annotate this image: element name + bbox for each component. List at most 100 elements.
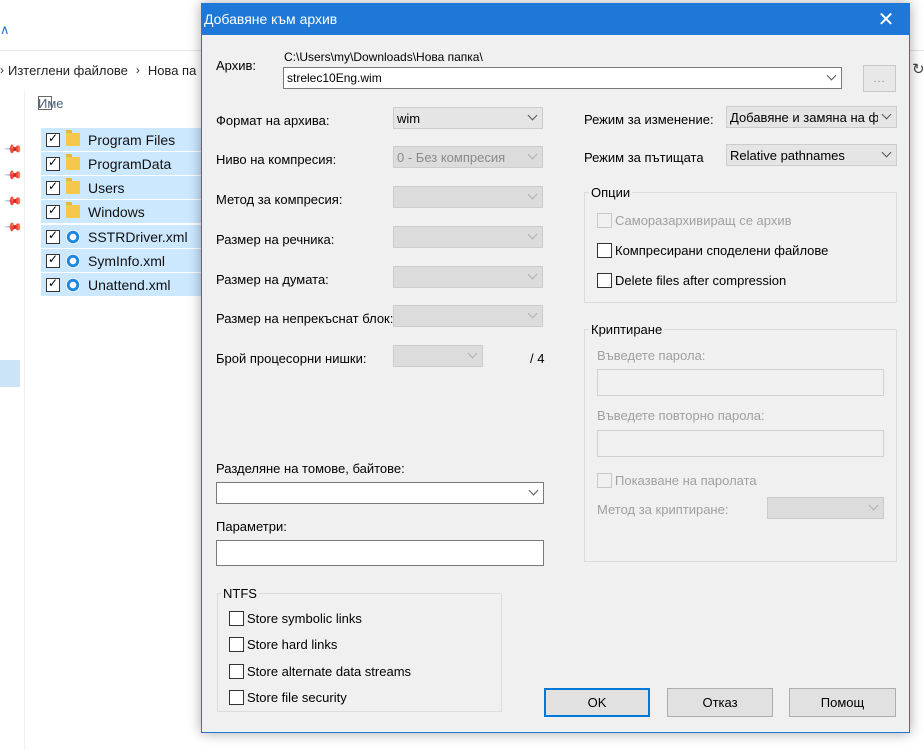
enter-password-label: Въведете парола: — [597, 348, 706, 363]
checkbox-label[interactable]: Store file security — [247, 690, 347, 705]
folder-icon — [66, 202, 80, 218]
checkbox-box — [597, 472, 612, 488]
file-name: Program Files — [88, 131, 176, 148]
encryption-caption: Криптиране — [589, 322, 665, 337]
browse-button[interactable]: ... — [863, 65, 896, 92]
file-name: ProgramData — [88, 155, 172, 172]
reenter-password-input — [597, 430, 884, 457]
pin-icon: 📌 — [3, 216, 24, 238]
checkbox-box[interactable] — [229, 610, 244, 626]
parameters-label: Параметри: — [216, 519, 287, 534]
solid-block-select — [393, 305, 543, 327]
breadcrumb-downloads[interactable]: Изтеглени файлове — [8, 63, 128, 78]
options-caption: Опции — [589, 185, 633, 200]
collapse-ribbon-icon[interactable]: ∧ — [0, 22, 10, 38]
update-mode-label: Режим за изменение: — [584, 112, 714, 127]
row-checkbox[interactable] — [46, 155, 60, 171]
chevron-down-icon — [528, 150, 538, 160]
row-checkbox[interactable] — [46, 131, 60, 147]
checkbox-label[interactable]: Компресирани споделени файлове — [615, 243, 828, 258]
column-header-name[interactable]: Име — [38, 95, 64, 111]
chevron-down-icon[interactable] — [882, 110, 892, 120]
dictionary-size-label: Размер на речника: — [216, 232, 335, 247]
chevron-down-icon — [468, 349, 478, 359]
compression-level-value: 0 - Без компресия — [397, 150, 506, 165]
path-mode-label: Режим за пътищата — [584, 150, 704, 165]
ok-button[interactable]: OK — [544, 688, 650, 717]
checkbox-label: Саморазархивиращ се архив — [615, 212, 792, 228]
breadcrumb-new-folder[interactable]: Нова па — [148, 63, 197, 78]
chevron-down-icon — [869, 501, 879, 511]
xml-file-icon — [66, 229, 80, 244]
archive-filename[interactable]: strelec10Eng.wim — [287, 71, 382, 85]
help-button[interactable]: Помощ — [789, 688, 896, 717]
sfx-checkbox: Саморазархивиращ се архив — [597, 211, 792, 229]
show-password-checkbox: Показване на паролата — [597, 471, 757, 489]
pin-icon: 📌 — [3, 164, 24, 186]
row-checkbox[interactable] — [46, 276, 60, 292]
format-select[interactable]: wim — [393, 107, 543, 129]
file-name: SymInfo.xml — [88, 252, 166, 269]
encryption-method-label: Метод за криптиране: — [597, 502, 729, 517]
breadcrumb-chevron-icon[interactable]: › — [0, 63, 4, 77]
chevron-down-icon[interactable] — [827, 71, 837, 81]
checkbox-box[interactable] — [229, 636, 244, 652]
pin-icon: 📌 — [3, 138, 24, 160]
row-checkbox[interactable] — [46, 179, 60, 195]
chevron-down-icon — [528, 270, 538, 280]
xml-file-icon — [66, 277, 80, 292]
archive-name-combo[interactable]: strelec10Eng.wim — [283, 67, 842, 89]
nav-pane-selected-item[interactable] — [0, 360, 20, 387]
checkbox-label[interactable]: Store symbolic links — [247, 611, 362, 626]
password-input — [597, 369, 884, 396]
ntfs-caption: NTFS — [221, 586, 259, 601]
parameters-input[interactable] — [216, 540, 544, 566]
file-name: Unattend.xml — [88, 276, 171, 293]
compress-shared-checkbox[interactable]: Компресирани споделени файлове — [597, 241, 828, 259]
cpu-threads-total: / 4 — [530, 351, 545, 366]
store-ads-checkbox[interactable]: Store alternate data streams — [229, 662, 411, 680]
add-to-archive-dialog: Добавяне към архив ✕ Архив: C:\Users\my\… — [201, 3, 910, 733]
row-checkbox[interactable] — [46, 203, 60, 219]
checkbox-label[interactable]: Store hard links — [247, 637, 337, 652]
update-mode-select[interactable]: Добавяне и замяна на фа — [726, 106, 897, 128]
checkbox-label: Показване на паролата — [615, 472, 757, 488]
dialog-titlebar[interactable]: Добавяне към архив ✕ — [202, 4, 909, 35]
store-security-checkbox[interactable]: Store file security — [229, 688, 347, 706]
checkbox-label[interactable]: Store alternate data streams — [247, 664, 411, 679]
split-volumes-combo[interactable] — [216, 482, 544, 504]
cpu-threads-select — [393, 345, 483, 367]
row-checkbox[interactable] — [46, 228, 60, 244]
path-mode-select[interactable]: Relative pathnames — [726, 144, 897, 166]
chevron-down-icon[interactable] — [882, 148, 892, 158]
delete-after-checkbox[interactable]: Delete files after compression — [597, 271, 786, 289]
cpu-threads-label: Брой процесорни нишки: — [216, 351, 367, 366]
archive-label: Архив: — [216, 58, 257, 73]
checkbox-label[interactable]: Delete files after compression — [615, 273, 786, 288]
dialog-title: Добавяне към архив — [204, 11, 338, 27]
folder-icon — [66, 154, 80, 170]
encryption-method-select — [767, 497, 884, 519]
file-name: Windows — [88, 203, 145, 220]
compression-method-select — [393, 186, 543, 208]
cancel-button[interactable]: Отказ — [667, 688, 773, 717]
file-name: SSTRDriver.xml — [88, 228, 188, 245]
row-checkbox[interactable] — [46, 252, 60, 268]
store-hardlinks-checkbox[interactable]: Store hard links — [229, 635, 337, 653]
column-name-label: Име — [38, 95, 64, 111]
breadcrumb-chevron-icon[interactable]: › — [136, 63, 140, 77]
path-mode-value: Relative pathnames — [730, 148, 845, 163]
checkbox-box[interactable] — [229, 663, 244, 679]
checkbox-box[interactable] — [229, 689, 244, 705]
compression-method-label: Метод за компресия: — [216, 192, 343, 207]
chevron-down-icon[interactable] — [528, 111, 538, 121]
folder-icon — [66, 130, 80, 146]
checkbox-box[interactable] — [597, 272, 612, 288]
chevron-down-icon[interactable] — [529, 486, 539, 496]
close-icon[interactable]: ✕ — [863, 4, 909, 35]
store-symlinks-checkbox[interactable]: Store symbolic links — [229, 609, 362, 627]
update-mode-value: Добавяне и замяна на фа — [730, 110, 878, 125]
refresh-icon[interactable]: ↻ — [912, 60, 924, 78]
solid-block-label: Размер на непрекъснат блок: — [216, 311, 394, 326]
checkbox-box[interactable] — [597, 242, 612, 258]
